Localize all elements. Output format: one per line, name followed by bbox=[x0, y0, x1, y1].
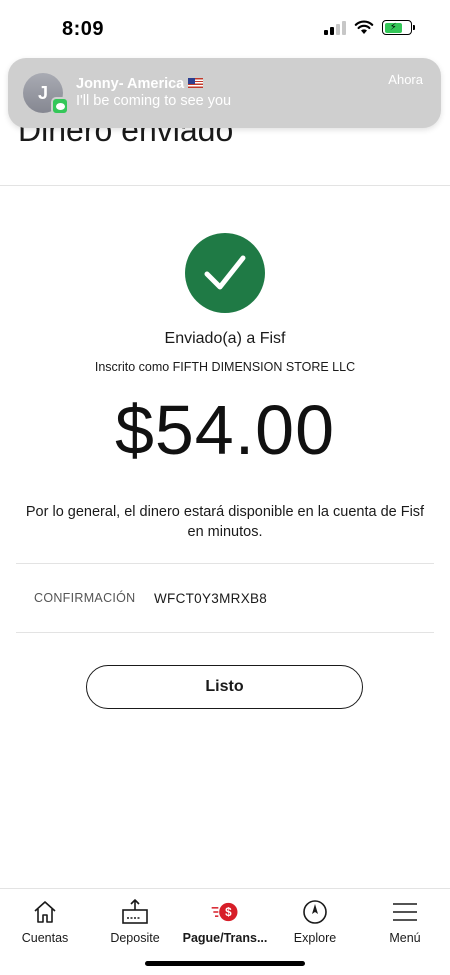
divider bbox=[16, 563, 434, 564]
confirmation-label: CONFIRMACIÓN bbox=[34, 591, 136, 605]
tab-label: Pague/Trans... bbox=[182, 931, 268, 945]
confirmation-code: WFCT0Y3MRXB8 bbox=[154, 591, 268, 606]
notification-sender-name: Jonny- America bbox=[76, 76, 185, 92]
home-icon bbox=[30, 897, 60, 927]
wifi-icon bbox=[354, 20, 374, 34]
tab-menu[interactable]: Menú bbox=[360, 897, 450, 945]
checkmark-icon bbox=[204, 255, 246, 290]
divider bbox=[16, 632, 434, 633]
message-notification[interactable]: J Jonny- America I'll be coming to see y… bbox=[8, 58, 441, 128]
tab-cuentas[interactable]: Cuentas bbox=[0, 897, 90, 945]
tab-deposite[interactable]: Deposite bbox=[90, 897, 180, 945]
done-button[interactable]: Listo bbox=[86, 665, 363, 709]
deposit-icon bbox=[120, 897, 150, 927]
status-time: 8:09 bbox=[62, 18, 105, 40]
pay-transfer-icon: $ bbox=[210, 897, 240, 927]
messages-app-icon bbox=[51, 97, 69, 115]
status-icons: ⚡ bbox=[324, 20, 415, 35]
transfer-amount: $54.00 bbox=[114, 391, 336, 469]
notification-sender: Jonny- America bbox=[76, 76, 204, 92]
enrolled-as: Inscrito como FIFTH DIMENSION STORE LLC bbox=[94, 360, 356, 374]
success-checkmark-badge bbox=[185, 233, 265, 313]
svg-text:$: $ bbox=[225, 906, 232, 919]
notification-time: Ahora bbox=[388, 72, 423, 87]
home-indicator[interactable] bbox=[145, 961, 305, 966]
tab-label: Explore bbox=[293, 931, 337, 945]
tab-explore[interactable]: Explore bbox=[270, 897, 360, 945]
notification-message: I'll be coming to see you bbox=[76, 93, 232, 109]
tab-label: Cuentas bbox=[21, 931, 69, 945]
status-bar: 8:09 ⚡ bbox=[0, 0, 450, 60]
us-flag-icon bbox=[188, 78, 204, 88]
menu-icon bbox=[390, 897, 420, 927]
title-divider bbox=[0, 185, 450, 186]
sent-to-recipient: Enviado(a) a Fisf bbox=[164, 330, 286, 347]
availability-note: Por lo general, el dinero estará disponi… bbox=[25, 504, 425, 540]
battery-icon: ⚡ bbox=[382, 20, 415, 35]
tab-label: Deposite bbox=[110, 931, 160, 945]
tab-label: Menú bbox=[389, 931, 421, 945]
compass-icon bbox=[300, 897, 330, 927]
tab-pague-trans[interactable]: $ Pague/Trans... bbox=[180, 897, 270, 945]
cellular-signal-icon bbox=[324, 20, 346, 35]
